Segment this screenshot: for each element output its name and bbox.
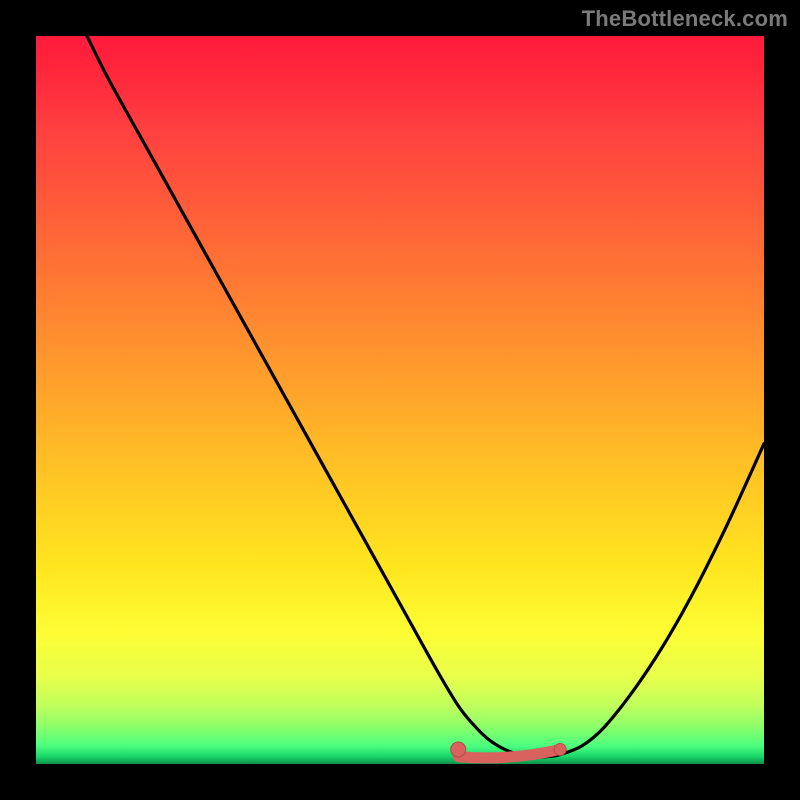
- chart-frame: TheBottleneck.com: [0, 0, 800, 800]
- band-marker-dot: [554, 743, 566, 755]
- band-marker-dot: [451, 742, 466, 757]
- bottleneck-curve: [87, 36, 764, 757]
- curve-svg: [36, 36, 764, 764]
- plot-area: [36, 36, 764, 764]
- watermark-label: TheBottleneck.com: [582, 6, 788, 32]
